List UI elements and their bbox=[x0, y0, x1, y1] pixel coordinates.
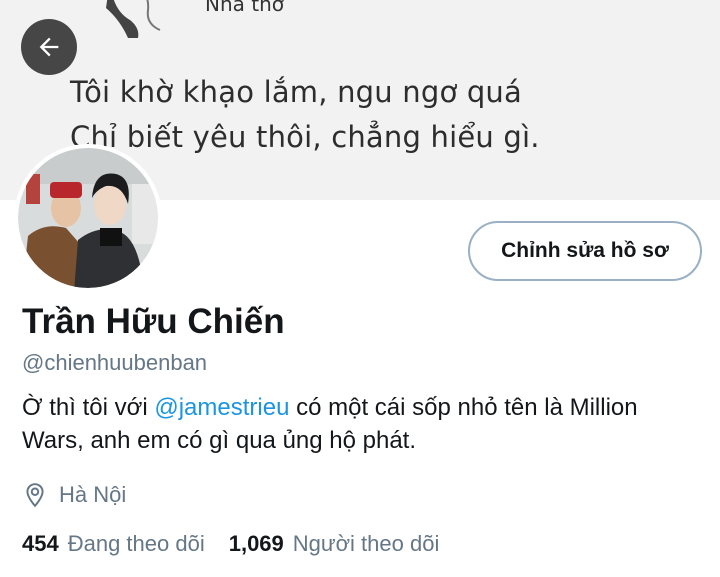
followers-label: Người theo dõi bbox=[292, 531, 440, 556]
arrow-left-icon bbox=[39, 37, 59, 57]
profile-bio: Ờ thì tôi với @jamestrieu có một cái sốp… bbox=[22, 391, 702, 457]
profile-location: Hà Nội bbox=[22, 480, 126, 510]
following-stat-link[interactable]: 454 Đang theo dõi bbox=[22, 531, 205, 557]
avatar-photo bbox=[14, 144, 162, 292]
followers-stat-link[interactable]: 1,069 Người theo dõi bbox=[229, 531, 440, 557]
banner-caption: Nhà thơ bbox=[205, 0, 285, 16]
location-text: Hà Nội bbox=[59, 482, 127, 507]
bio-text-start: Ờ thì tôi với bbox=[22, 394, 155, 421]
avatar[interactable] bbox=[14, 144, 162, 292]
followers-count: 1,069 bbox=[228, 531, 284, 556]
profile-handle: @chienhuubenban bbox=[22, 350, 208, 375]
banner-poem-line-1: Tôi khờ khạo lắm, ngu ngơ quá bbox=[70, 75, 522, 109]
banner-poem-line-2: Chỉ biết yêu thôi, chẳng hiểu gì. bbox=[70, 120, 540, 154]
portrait-sketch-image bbox=[106, 0, 161, 38]
profile-name: Trần Hữu Chiến bbox=[22, 302, 285, 341]
map-pin-icon bbox=[26, 483, 44, 508]
bio-mention-link[interactable]: @jamestrieu bbox=[154, 394, 289, 421]
profile-stats: 454 Đang theo dõi 1,069 Người theo dõi bbox=[22, 531, 439, 557]
edit-profile-button[interactable]: Chỉnh sửa hồ sơ bbox=[468, 221, 702, 281]
back-button[interactable] bbox=[21, 19, 77, 75]
following-count: 454 bbox=[22, 531, 59, 556]
following-label: Đang theo dõi bbox=[67, 531, 205, 556]
